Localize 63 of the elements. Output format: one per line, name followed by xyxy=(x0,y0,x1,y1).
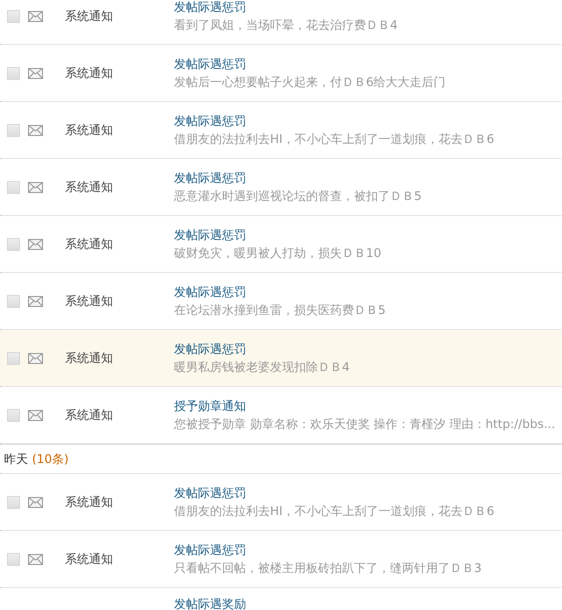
message-row[interactable]: 系统通知 发帖际遇惩罚 只看帖不回帖，被楼主用板砖拍趴下了，缝两针用了ＤＢ3 xyxy=(0,531,562,587)
message-summary: 您被授予勋章 勋章名称：欢乐天使奖 操作：青槿汐 理由：http://bbs... xyxy=(174,416,556,433)
envelope-icon xyxy=(28,182,43,192)
message-row[interactable]: 系统通知 发帖际遇惩罚 借朋友的法拉利去HI，不小心车上刮了一道划痕，花去ＤＢ6 xyxy=(0,474,562,530)
sender-name: 系统通知 xyxy=(65,64,114,82)
sender-name: 系统通知 xyxy=(65,350,114,366)
message-row[interactable]: 系统通知 发帖际遇惩罚 破财免灾，暖男被人打劫，损失ＤＢ10 xyxy=(0,216,562,272)
checkbox[interactable] xyxy=(7,124,20,136)
checkbox[interactable] xyxy=(7,552,20,566)
message-title[interactable]: 发帖际遇惩罚 xyxy=(174,169,246,187)
envelope-icon xyxy=(28,496,43,508)
message-summary: 发帖后一心想要帖子火起来，付ＤＢ6给大大走后门 xyxy=(174,74,446,91)
envelope-icon xyxy=(28,124,43,136)
envelope-icon xyxy=(28,352,43,364)
checkbox[interactable] xyxy=(7,496,20,508)
message-title[interactable]: 发帖际遇惩罚 xyxy=(174,112,246,130)
message-row[interactable]: 系统通知 发帖际遇惩罚 暖男私房钱被老婆发现扣除ＤＢ4 xyxy=(0,330,562,386)
checkbox[interactable] xyxy=(7,10,20,22)
sender-name: 系统通知 xyxy=(65,236,114,252)
checkbox[interactable] xyxy=(7,408,20,422)
sender-name: 系统通知 xyxy=(65,494,114,510)
checkbox[interactable] xyxy=(7,294,20,308)
message-title[interactable]: 发帖际遇惩罚 xyxy=(174,283,246,301)
checkbox[interactable] xyxy=(7,66,20,80)
message-summary: 暖男私房钱被老婆发现扣除ＤＢ4 xyxy=(174,359,350,376)
envelope-icon xyxy=(28,238,43,250)
envelope-icon xyxy=(28,10,43,22)
message-summary: 借朋友的法拉利去HI，不小心车上刮了一道划痕，花去ＤＢ6 xyxy=(174,131,494,148)
message-count: (10条) xyxy=(32,450,69,468)
message-summary: 借朋友的法拉利去HI，不小心车上刮了一道划痕，花去ＤＢ6 xyxy=(174,503,494,520)
message-row[interactable]: 系统通知 授予勋章通知 您被授予勋章 勋章名称：欢乐天使奖 操作：青槿汐 理由：http://bbs... xyxy=(0,387,562,443)
sender-name: 系统通知 xyxy=(65,406,114,424)
checkbox[interactable] xyxy=(7,180,20,194)
envelope-icon xyxy=(28,554,43,564)
message-row[interactable]: 系统通知 发帖际遇惩罚 在论坛潜水撞到鱼雷，损失医药费ＤＢ5 xyxy=(0,273,562,329)
message-title[interactable]: 发帖际遇惩罚 xyxy=(174,0,246,16)
envelope-icon xyxy=(28,68,43,78)
message-title[interactable]: 发帖际遇惩罚 xyxy=(174,340,246,358)
message-title[interactable]: 发帖际遇奖励 xyxy=(174,598,246,610)
message-row[interactable]: 系统通知 发帖际遇惩罚 恶意灌水时遇到巡视论坛的督查，被扣了ＤＢ5 xyxy=(0,159,562,215)
sender-name: 系统通知 xyxy=(65,292,114,310)
envelope-icon xyxy=(28,410,43,420)
message-summary: 恶意灌水时遇到巡视论坛的督查，被扣了ＤＢ5 xyxy=(174,188,422,205)
checkbox[interactable] xyxy=(7,238,20,250)
message-row[interactable]: 系统通知 发帖际遇惩罚 借朋友的法拉利去HI，不小心车上刮了一道划痕，花去ＤＢ6 xyxy=(0,102,562,158)
sender-name: 系统通知 xyxy=(65,8,114,24)
group-heading: 昨天 xyxy=(4,450,28,468)
message-title[interactable]: 授予勋章通知 xyxy=(174,397,246,415)
message-title[interactable]: 发帖际遇惩罚 xyxy=(174,541,246,559)
envelope-icon xyxy=(28,296,43,306)
message-row[interactable]: 系统通知 发帖际遇惩罚 看到了凤姐，当场吓晕，花去治疗费ＤＢ4 xyxy=(0,0,562,44)
message-title[interactable]: 发帖际遇惩罚 xyxy=(174,484,246,502)
message-title[interactable]: 发帖际遇惩罚 xyxy=(174,55,246,73)
message-summary: 看到了凤姐，当场吓晕，花去治疗费ＤＢ4 xyxy=(174,17,398,34)
sender-name: 系统通知 xyxy=(65,178,114,196)
message-row[interactable]: 系统通知 发帖际遇惩罚 发帖后一心想要帖子火起来，付ＤＢ6给大大走后门 xyxy=(0,45,562,101)
sender-name: 系统通知 xyxy=(65,550,114,568)
message-summary: 只看帖不回帖，被楼主用板砖拍趴下了，缝两针用了ＤＢ3 xyxy=(174,560,482,577)
message-summary: 在论坛潜水撞到鱼雷，损失医药费ＤＢ5 xyxy=(174,302,386,319)
message-summary: 破财免灾，暖男被人打劫，损失ＤＢ10 xyxy=(174,245,382,262)
checkbox[interactable] xyxy=(7,352,20,364)
sender-name: 系统通知 xyxy=(65,122,114,138)
message-title[interactable]: 发帖际遇惩罚 xyxy=(174,226,246,244)
